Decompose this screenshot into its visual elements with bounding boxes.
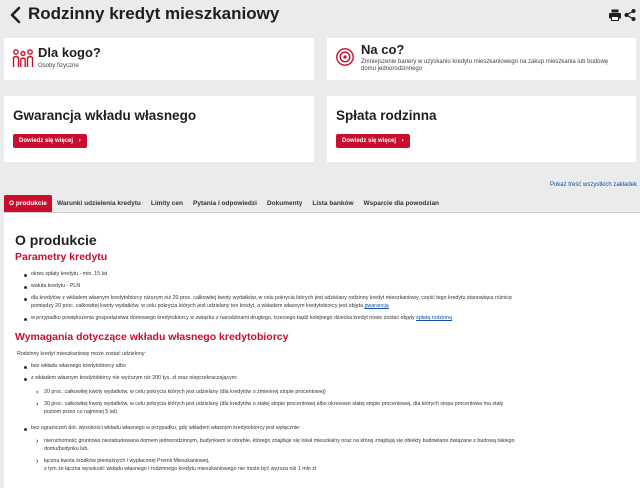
family-repayment-link[interactable]: spłatą rodzinną: [416, 315, 452, 321]
requirement-item: z wkładem własnym kredytobiorcy nie wyżs…: [31, 375, 238, 381]
bullet: [24, 286, 27, 289]
param-item: waluta kredytu - PLN: [31, 283, 81, 289]
tab-pytania[interactable]: Pytania i odpowiedzi: [188, 195, 262, 212]
card-purpose-subtitle-line2: domu jednorodzinnego: [361, 66, 423, 72]
card-for-whom-title: Dla kogo?: [38, 45, 101, 60]
card-repayment: Spłata rodzinna Dowiedz się więcej ›: [327, 96, 636, 162]
card-repayment-title: Spłata rodzinna: [336, 108, 437, 123]
guarantee-more-label: Dowiedz się więcej: [19, 138, 74, 144]
tab-content: O produkcie Parametry kredytu okres spła…: [4, 212, 640, 488]
param-text: pomiędzy 20 proc. całkowitej kwoty wydat…: [31, 303, 364, 309]
print-icon[interactable]: [608, 8, 622, 22]
repayment-more-button[interactable]: Dowiedz się więcej ›: [336, 134, 410, 148]
card-for-whom: Dla kogo? Osoby fizyczne: [4, 38, 314, 80]
share-icon[interactable]: [623, 8, 637, 22]
requirement-subitem-continued: domu/budynku lub,: [44, 446, 89, 452]
requirement-subitem-continued: poziom przez co najmniej 5 lat): [44, 409, 118, 415]
guarantee-link[interactable]: gwarancją: [365, 303, 389, 309]
requirement-item: bez wkładu własnego kredytobiorcy albo: [31, 363, 126, 369]
requirement-subitem: 20 proc. całkowitej kwoty wydatków, w ce…: [44, 389, 326, 395]
param-item: okres spłaty kredytu - min. 15 lat: [31, 271, 108, 277]
param-item: w przypadku powiększenia gospodarstwa do…: [31, 315, 452, 322]
tab-o-produkcie[interactable]: O produkcie: [4, 195, 52, 212]
card-guarantee: Gwarancja wkładu własnego Dowiedz się wi…: [4, 96, 314, 162]
card-for-whom-subtitle: Osoby fizyczne: [38, 63, 79, 69]
param-text: w przypadku powiększenia gospodarstwa do…: [31, 315, 415, 321]
tab-lista-bankow[interactable]: Lista banków: [307, 195, 358, 212]
content-heading: O produkcie: [15, 232, 97, 248]
tab-wsparcie-powodzian[interactable]: Wsparcie dla powodzian: [359, 195, 444, 212]
chevron-right-icon: ›: [36, 458, 39, 465]
show-all-tabs-link[interactable]: Pokaż treść wszystkich zakładek: [550, 182, 637, 188]
bullet: [24, 366, 27, 369]
guarantee-more-button[interactable]: Dowiedz się więcej ›: [13, 134, 87, 148]
repayment-more-label: Dowiedz się więcej: [342, 138, 397, 144]
tab-bar: O produkcie Warunki udzielenia kredytu L…: [4, 195, 444, 212]
chevron-right-icon: ›: [36, 401, 39, 408]
requirement-subitem: łączna kwota środków pieniężnych i wypła…: [44, 458, 210, 464]
family-icon: [12, 49, 34, 67]
bullet: [24, 318, 27, 321]
requirement-item: bez ograniczeń dot. wysokości wkładu wła…: [31, 425, 301, 431]
requirements-intro: Rodzinny kredyt mieszkaniowy może zostać…: [17, 351, 146, 357]
requirement-subitem: 30 proc. całkowitej kwoty wydatków, w ce…: [44, 401, 504, 407]
tab-warunki[interactable]: Warunki udzielenia kredytu: [52, 195, 146, 212]
page-header: Rodzinny kredyt mieszkaniowy: [0, 0, 640, 30]
tab-limity-cen[interactable]: Limity cen: [146, 195, 188, 212]
bullet: [24, 428, 27, 431]
chevron-right-icon: ›: [401, 138, 404, 144]
page-title: Rodzinny kredyt mieszkaniowy: [28, 4, 280, 23]
chevron-right-icon: ›: [36, 389, 39, 396]
card-purpose-title: Na co?: [361, 42, 405, 57]
bullet: [24, 274, 27, 277]
params-heading: Parametry kredytu: [15, 251, 108, 263]
bullet: [24, 378, 27, 381]
bullet: [24, 298, 27, 301]
chevron-right-icon: ›: [36, 438, 39, 445]
card-purpose: Na co? Zmniejszenie bariery w uzyskaniu …: [327, 38, 636, 80]
card-guarantee-title: Gwarancja wkładu własnego: [13, 108, 197, 123]
param-item-continued: pomiędzy 20 proc. całkowitej kwoty wydat…: [31, 303, 389, 310]
requirements-heading: Wymagania dotyczące wkładu własnego kred…: [15, 331, 289, 343]
requirement-subitem-continued: z tym że łączna wysokość wkładu własnego…: [44, 466, 317, 472]
param-item: dla kredytów z wkładem własnym kredytobi…: [31, 295, 512, 301]
target-icon: [336, 48, 354, 66]
requirement-subitem: nieruchomość gruntowa niezabudowana dome…: [44, 438, 515, 444]
back-arrow-icon[interactable]: [9, 6, 23, 24]
chevron-right-icon: ›: [78, 138, 81, 144]
tab-dokumenty[interactable]: Dokumenty: [262, 195, 307, 212]
